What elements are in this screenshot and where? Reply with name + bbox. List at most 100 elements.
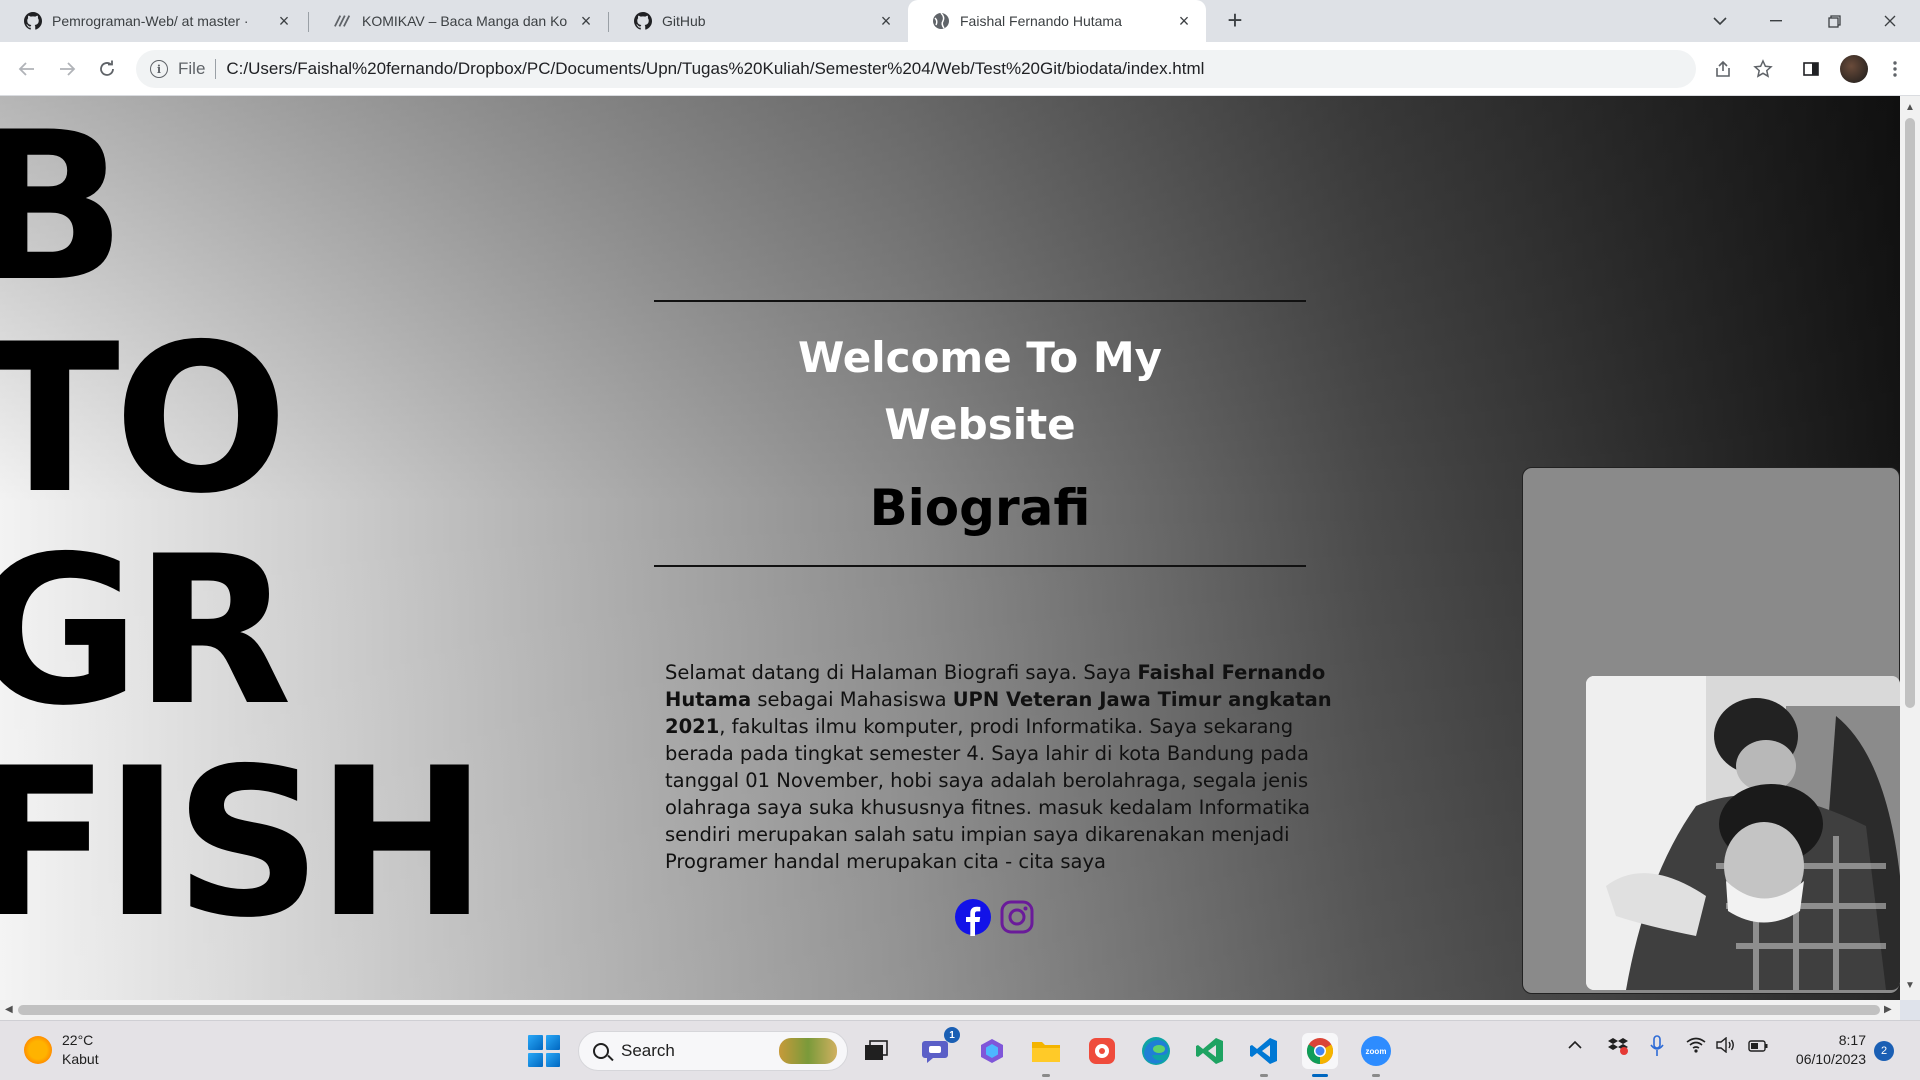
search-icon [593, 1043, 609, 1059]
weather-widget[interactable]: 22°C Kabut [24, 1031, 99, 1069]
page-title: Biografi [869, 479, 1091, 537]
side-panel-icon[interactable] [1796, 54, 1826, 84]
tab-search-chevron-icon[interactable] [1692, 0, 1748, 42]
windows-logo-pane [545, 1035, 560, 1050]
forward-arrow-icon[interactable] [52, 54, 82, 84]
chrome-icon[interactable] [1302, 1033, 1338, 1077]
omnibox-divider [215, 59, 217, 79]
tab-github[interactable]: GitHub × [610, 0, 908, 42]
running-indicator [1260, 1074, 1268, 1077]
bio-text: Selamat datang di Halaman Biografi saya.… [665, 661, 1138, 684]
new-tab-button[interactable]: + [1222, 7, 1248, 34]
hero-word-4: FISH [0, 725, 488, 963]
hero-word-1: B [0, 96, 126, 327]
scroll-down-arrow-icon[interactable]: ▼ [1905, 980, 1915, 991]
windows-logo-pane [528, 1035, 543, 1050]
horizontal-scrollbar[interactable]: ◀ ▶ [0, 1000, 1900, 1020]
tab-pemrograman-web[interactable]: Pemrograman-Web/ at master · × [0, 0, 306, 42]
zoom-icon[interactable]: zoom [1358, 1033, 1394, 1077]
reload-icon[interactable] [92, 54, 122, 84]
share-icon[interactable] [1708, 54, 1738, 84]
url-text[interactable]: C:/Users/Faishal%20fernando/Dropbox/PC/D… [226, 59, 1204, 79]
bio-text: sebagai Mahasiswa [751, 688, 953, 711]
close-tab-icon[interactable]: × [876, 11, 896, 31]
microphone-icon[interactable] [1650, 1035, 1664, 1062]
site-info-icon[interactable]: i [150, 60, 168, 78]
restore-button[interactable] [1806, 0, 1862, 42]
vertical-scrollbar[interactable]: ▲ ▼ [1900, 96, 1920, 1000]
system-clock[interactable]: 8:17 06/10/2023 [1784, 1031, 1866, 1069]
notification-badge[interactable]: 2 [1874, 1041, 1894, 1061]
tab-divider [608, 12, 609, 32]
windows-logo-pane [545, 1052, 560, 1067]
search-highlight-image [779, 1038, 837, 1064]
bookmark-star-icon[interactable] [1748, 54, 1778, 84]
tab-title: KOMIKAV – Baca Manga dan Ko [362, 13, 568, 29]
wifi-icon[interactable] [1686, 1037, 1706, 1058]
minimize-button[interactable] [1748, 0, 1804, 42]
tab-title: GitHub [662, 13, 706, 29]
search-label: Search [621, 1041, 675, 1060]
globe-icon [932, 12, 950, 30]
facebook-icon[interactable] [954, 898, 992, 936]
profile-photo [1586, 676, 1900, 990]
welcome-line-1: Welcome To My [797, 333, 1163, 382]
close-tab-icon[interactable]: × [576, 11, 596, 31]
tab-komikav[interactable]: KOMIKAV – Baca Manga dan Ko × [310, 0, 608, 42]
hero-word-2: TO [0, 301, 288, 539]
menu-dots-icon[interactable] [1880, 54, 1910, 84]
weather-sun-icon [24, 1036, 52, 1064]
windows-taskbar: 22°C Kabut Search 1 zoom 8:17 06/10/2023… [0, 1020, 1920, 1080]
profile-avatar[interactable] [1840, 55, 1868, 83]
github-icon [634, 12, 652, 30]
dropbox-icon[interactable] [1608, 1037, 1628, 1060]
top-divider [654, 300, 1306, 302]
svg-text:zoom: zoom [1366, 1047, 1387, 1056]
visual-studio-icon-green[interactable] [1192, 1033, 1228, 1069]
show-hidden-icons-chevron-icon[interactable] [1568, 1037, 1582, 1055]
edge-icon[interactable] [1138, 1033, 1174, 1069]
close-tab-icon[interactable]: × [274, 11, 294, 31]
tab-strip: Pemrograman-Web/ at master · × KOMIKAV –… [0, 0, 1920, 42]
clock-date: 06/10/2023 [1795, 1051, 1866, 1067]
komikav-icon [334, 12, 352, 30]
volume-icon[interactable] [1716, 1036, 1736, 1058]
running-indicator [1372, 1074, 1380, 1077]
bio-text: , fakultas ilmu komputer, prodi Informat… [665, 715, 1311, 873]
tab-divider [308, 12, 309, 32]
back-arrow-icon[interactable] [12, 54, 42, 84]
instagram-icon[interactable] [998, 898, 1036, 936]
teams-chat-icon[interactable]: 1 [918, 1027, 960, 1069]
tab-title: Faishal Fernando Hutama [960, 13, 1122, 29]
start-button[interactable] [528, 1035, 560, 1067]
close-tab-icon[interactable]: × [1174, 11, 1194, 31]
copilot-icon[interactable] [974, 1033, 1010, 1069]
address-bar[interactable]: i File C:/Users/Faishal%20fernando/Dropb… [136, 50, 1696, 88]
vertical-scroll-thumb[interactable] [1905, 118, 1915, 708]
task-view-icon[interactable] [858, 1033, 894, 1069]
bottom-divider [654, 565, 1306, 567]
horizontal-scroll-thumb[interactable] [18, 1005, 1880, 1015]
scroll-left-arrow-icon[interactable]: ◀ [5, 1004, 13, 1015]
weather-temperature: 22°C [62, 1032, 94, 1048]
teams-badge: 1 [944, 1027, 960, 1043]
scroll-right-arrow-icon[interactable]: ▶ [1884, 1004, 1892, 1015]
file-explorer-icon[interactable] [1028, 1033, 1064, 1077]
windows-logo-pane [528, 1052, 543, 1067]
social-links [954, 898, 1036, 936]
github-icon [24, 12, 42, 30]
battery-icon[interactable] [1748, 1039, 1768, 1057]
active-indicator [1312, 1074, 1328, 1077]
scroll-up-arrow-icon[interactable]: ▲ [1905, 102, 1915, 113]
bio-paragraph: Selamat datang di Halaman Biografi saya.… [665, 659, 1345, 875]
running-indicator [1042, 1074, 1050, 1077]
tab-faishal-active[interactable]: Faishal Fernando Hutama × [908, 0, 1206, 42]
close-window-button[interactable] [1862, 0, 1918, 42]
clock-time: 8:17 [1838, 1032, 1866, 1048]
welcome-line-2: Website [884, 400, 1076, 449]
red-app-icon[interactable] [1084, 1033, 1120, 1069]
web-page-viewport: B TO GR FISH Welcome To My Website Biogr… [0, 96, 1900, 1000]
taskbar-search[interactable]: Search [578, 1031, 848, 1071]
url-scheme: File [178, 59, 206, 78]
vscode-icon[interactable] [1246, 1033, 1282, 1077]
